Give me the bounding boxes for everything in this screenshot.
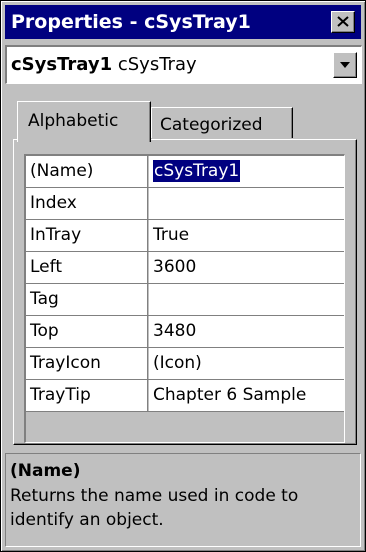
tab-panel: (Name) cSysTray1 Index InTray True Left … [13,139,357,445]
chevron-down-icon [340,62,350,68]
tab-categorized-label: Categorized [160,115,263,135]
property-value: cSysTray1 [153,160,241,182]
property-row-top[interactable]: Top 3480 [26,316,344,348]
property-name: Left [26,252,148,283]
property-grid[interactable]: (Name) cSysTray1 Index InTray True Left … [24,154,345,443]
object-selector[interactable]: cSysTray1 cSysTray [5,45,362,84]
property-row-tag[interactable]: Tag [26,284,344,316]
property-value[interactable]: Chapter 6 Sample [149,380,344,411]
title-bar[interactable]: Properties - cSysTray1 [5,5,361,39]
object-selector-text: cSysTray1 cSysTray [11,53,197,77]
tab-alphabetic-label: Alphabetic [28,111,119,131]
property-name: Index [26,188,148,219]
property-name: InTray [26,220,148,251]
description-title: (Name) [10,461,81,481]
property-row-name[interactable]: (Name) cSysTray1 [26,156,344,188]
property-name: (Name) [26,156,148,187]
close-button[interactable] [331,11,355,33]
property-name: TrayTip [26,380,148,411]
window-title: Properties - cSysTray1 [11,11,251,33]
property-row-intray[interactable]: InTray True [26,220,344,252]
property-value[interactable] [149,284,344,315]
tab-alphabetic[interactable]: Alphabetic [17,101,151,142]
property-row-traytip[interactable]: TrayTip Chapter 6 Sample [26,380,344,412]
object-dropdown-button[interactable] [333,52,357,78]
property-name: TrayIcon [26,348,148,379]
close-icon [337,16,349,27]
property-name: Top [26,316,148,347]
property-value[interactable]: (Icon) [149,348,344,379]
object-type: cSysTray [117,54,197,75]
tab-categorized[interactable]: Categorized [151,107,293,138]
property-row-left[interactable]: Left 3600 [26,252,344,284]
property-value[interactable]: True [149,220,344,251]
properties-window: Properties - cSysTray1 cSysTray1 cSysTra… [0,0,366,552]
property-value-field[interactable]: cSysTray1 [149,156,344,187]
property-row-index[interactable]: Index [26,188,344,220]
property-value[interactable]: 3600 [149,252,344,283]
description-text: Returns the name used in code to identif… [10,486,299,530]
description-pane: (Name) Returns the name used in code to … [5,453,361,547]
property-name: Tag [26,284,148,315]
property-value[interactable]: 3480 [149,316,344,347]
property-value[interactable] [149,188,344,219]
object-name: cSysTray1 [11,54,113,75]
property-row-trayicon[interactable]: TrayIcon (Icon) [26,348,344,380]
